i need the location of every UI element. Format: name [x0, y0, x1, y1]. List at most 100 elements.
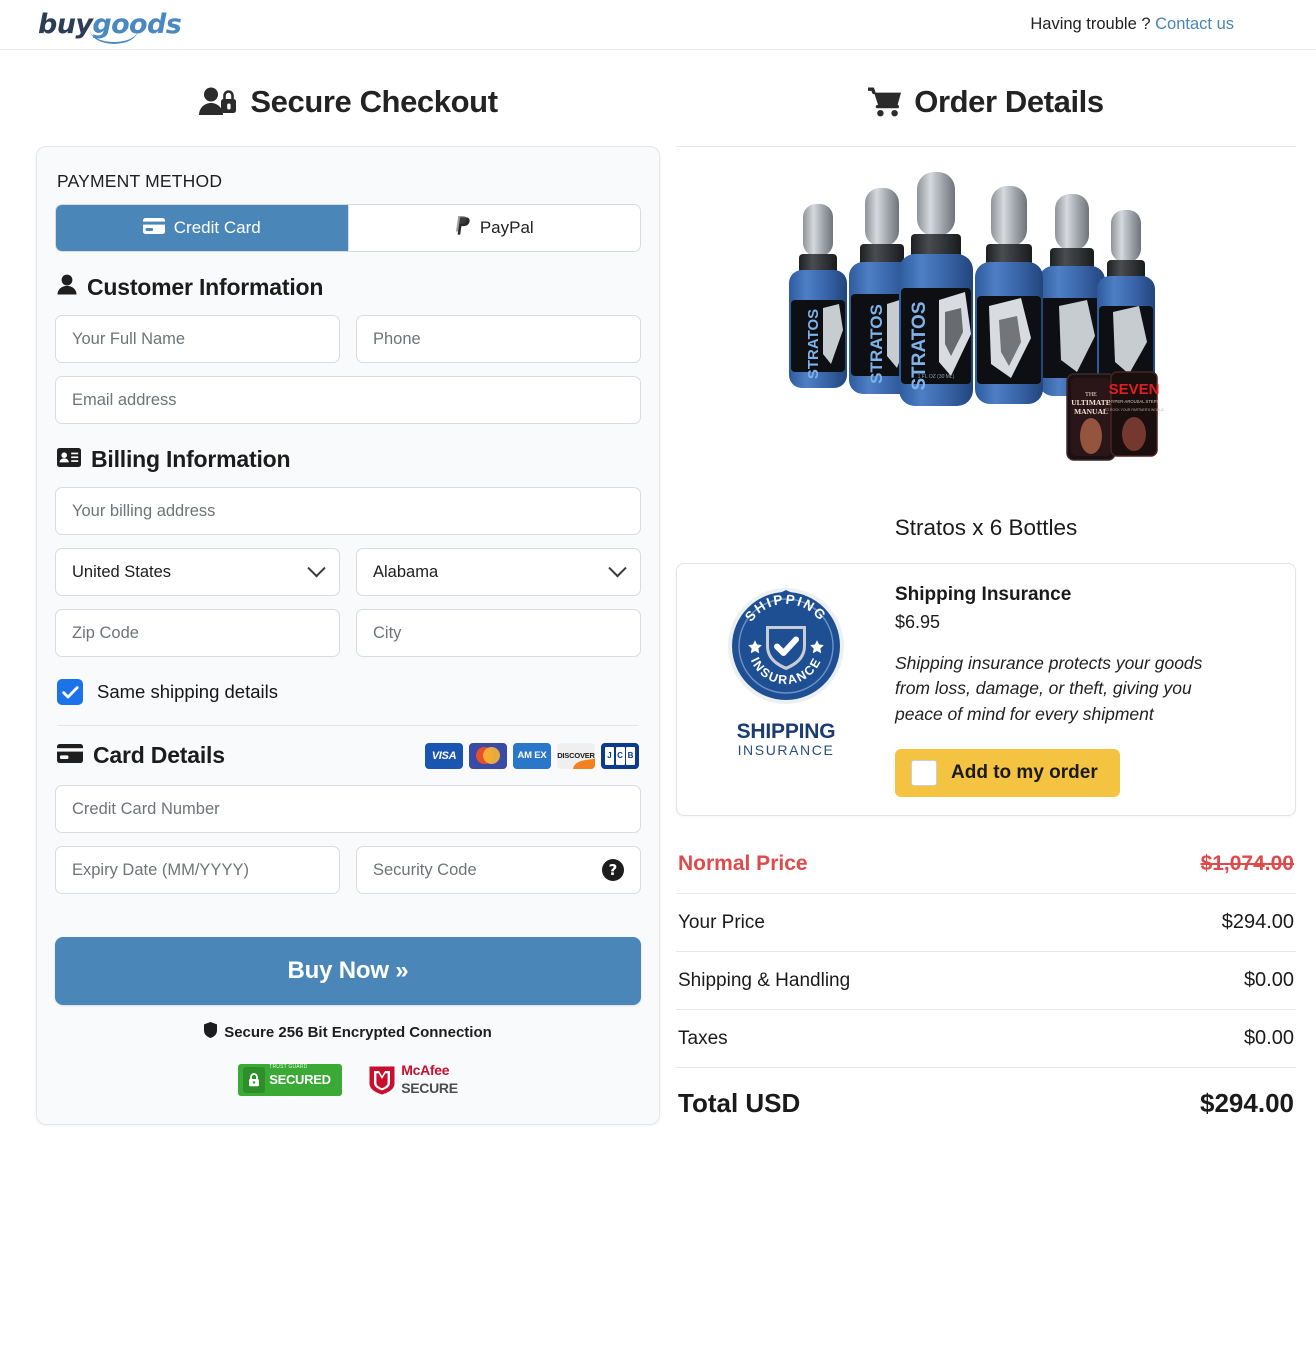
expiry-security-row: Expiry Date (MM/YYYY) Security Code ?: [55, 846, 641, 894]
svg-text:HYPER-AROUSAL STEPS: HYPER-AROUSAL STEPS: [1109, 399, 1160, 404]
total-row-your-price: Your Price $294.00: [676, 894, 1296, 953]
mcafee-brand: McAfee: [401, 1062, 450, 1078]
total-row-normal-price: Normal Price $1,074.00: [676, 846, 1296, 895]
tab-credit-card[interactable]: Credit Card: [56, 205, 348, 251]
page-body: Secure Checkout PAYMENT METHOD Credit Ca…: [0, 50, 1316, 1136]
payment-form-card: PAYMENT METHOD Credit Card PayPal Custom…: [36, 146, 660, 1125]
insurance-logo-line2: INSURANCE: [737, 742, 835, 759]
user-icon: [57, 274, 77, 301]
card-number-row: Credit Card Number: [55, 785, 641, 833]
discover-label: DISCOVER: [557, 751, 595, 760]
page-title: Secure Checkout: [250, 84, 498, 119]
insurance-logo-text: SHIPPING INSURANCE: [736, 720, 836, 760]
question-mark-icon[interactable]: ?: [602, 859, 624, 881]
buy-now-button[interactable]: Buy Now »: [55, 937, 641, 1005]
shopping-cart-icon: [868, 87, 902, 117]
insurance-details: Shipping Insurance $6.95 Shipping insura…: [895, 582, 1275, 798]
shipping-label: Shipping & Handling: [678, 969, 851, 991]
full-name-input[interactable]: Your Full Name: [55, 315, 340, 363]
customer-information-label: Customer Information: [87, 274, 324, 300]
zip-city-row: Zip Code City: [55, 609, 641, 657]
billing-information-heading: Billing Information: [57, 446, 641, 473]
order-totals: Normal Price $1,074.00 Your Price $294.0…: [676, 846, 1296, 1136]
insurance-logo-line1: SHIPPING: [736, 720, 836, 743]
insurance-description: Shipping insurance protects your goods f…: [895, 653, 1203, 724]
security-code-placeholder: Security Code: [373, 860, 477, 879]
svg-text:STRATOS: STRATOS: [867, 304, 886, 384]
visa-icon: VISA: [425, 742, 463, 769]
svg-text:ULTIMATE: ULTIMATE: [1071, 398, 1111, 407]
country-select[interactable]: United States: [55, 548, 340, 596]
order-details-title: Order Details: [914, 84, 1104, 119]
add-to-my-order-label: Add to my order: [951, 762, 1098, 784]
order-divider: [676, 146, 1296, 147]
total-usd-label: Total USD: [678, 1088, 801, 1119]
secure-checkout-heading: Secure Checkout: [36, 84, 660, 120]
name-phone-row: Your Full Name Phone: [55, 315, 641, 363]
taxes-label: Taxes: [678, 1027, 728, 1049]
email-input[interactable]: Email address: [55, 376, 641, 424]
email-row: Email address: [55, 376, 641, 424]
your-price-amount: $294.00: [1221, 911, 1294, 934]
state-select[interactable]: Alabama: [356, 548, 641, 596]
payment-method-tabs: Credit Card PayPal: [55, 204, 641, 252]
svg-text:STRATOS: STRATOS: [805, 309, 822, 379]
add-to-my-order-button[interactable]: Add to my order: [895, 749, 1120, 798]
svg-text:1 FL OZ (30 ML): 1 FL OZ (30 ML): [918, 374, 955, 380]
add-insurance-checkbox[interactable]: [911, 760, 937, 787]
same-shipping-checkbox[interactable]: [57, 679, 83, 705]
insurance-title: Shipping Insurance: [895, 584, 1072, 605]
help-area: Having trouble ? Contact us: [1030, 15, 1300, 34]
billing-address-row: Your billing address: [55, 487, 641, 535]
insurance-badge: SHIPPING INSURANCE SHIPPING INSURANCE: [691, 582, 881, 797]
order-details-column: Order Details STRATOS STRATOS STRATOS 1 …: [660, 50, 1296, 1136]
total-usd-amount: $294.00: [1200, 1088, 1294, 1119]
id-card-icon: [57, 446, 81, 473]
product-image: STRATOS STRATOS STRATOS 1 FL OZ (30 ML) …: [676, 161, 1296, 501]
same-shipping-label: Same shipping details: [97, 681, 278, 702]
top-bar: buygoods Having trouble ? Contact us: [0, 0, 1316, 50]
trust-guard-sub: TRUSTGUARD.COM: [269, 1096, 308, 1101]
credit-card-number-input[interactable]: Credit Card Number: [55, 785, 641, 833]
product-title: Stratos x 6 Bottles: [894, 515, 1078, 540]
total-row-taxes: Taxes $0.00: [676, 1010, 1296, 1069]
trust-badges: TRUST GUARD SECURED TRUSTGUARD.COM McAfe…: [55, 1062, 641, 1101]
svg-text:TO ROCK YOUR PARTNER'S WORLD: TO ROCK YOUR PARTNER'S WORLD: [1104, 408, 1164, 412]
form-divider: [57, 725, 639, 726]
tab-paypal[interactable]: PayPal: [347, 205, 640, 251]
phone-input[interactable]: Phone: [356, 315, 641, 363]
contact-us-link[interactable]: Contact us: [1155, 15, 1234, 33]
billing-address-input[interactable]: Your billing address: [55, 487, 641, 535]
mcafee-shield-icon: [368, 1065, 396, 1095]
city-input[interactable]: City: [356, 609, 641, 657]
customer-information-heading: Customer Information: [57, 274, 641, 301]
secure-note-text: Secure 256 Bit Encrypted Connection: [224, 1023, 492, 1041]
lock-icon: [243, 1067, 266, 1093]
chevron-down-icon: [608, 558, 627, 577]
buygoods-logo[interactable]: buygoods: [38, 11, 182, 44]
normal-price-amount: $1,074.00: [1200, 852, 1294, 876]
total-row-shipping: Shipping & Handling $0.00: [676, 952, 1296, 1011]
jcb-icon: JCB: [601, 742, 639, 769]
card-details-label: Card Details: [93, 742, 225, 768]
paypal-icon: [455, 216, 471, 240]
credit-card-icon: [142, 217, 165, 239]
same-shipping-row[interactable]: Same shipping details: [57, 679, 641, 705]
zip-code-input[interactable]: Zip Code: [55, 609, 340, 657]
trust-guard-top: TRUST GUARD: [269, 1064, 308, 1070]
country-select-value: United States: [72, 562, 172, 581]
chevron-down-icon: [307, 558, 326, 577]
trust-guard-text: TRUST GUARD SECURED TRUSTGUARD.COM: [269, 1056, 331, 1104]
card-details-header: Card Details VISA AM EX DISCOVER JCB: [57, 742, 639, 769]
expiry-date-input[interactable]: Expiry Date (MM/YYYY): [55, 846, 340, 894]
card-icon: [57, 742, 83, 769]
taxes-amount: $0.00: [1243, 1027, 1294, 1050]
mcafee-text: McAfee SECURE: [401, 1062, 458, 1098]
tab-credit-card-label: Credit Card: [173, 218, 261, 237]
help-text: Having trouble ?: [1030, 15, 1151, 33]
user-lock-icon: [198, 86, 238, 118]
secure-connection-note: Secure 256 Bit Encrypted Connection: [55, 1022, 641, 1042]
svg-text:MANUAL: MANUAL: [1074, 407, 1108, 416]
tab-paypal-label: PayPal: [479, 218, 534, 237]
security-code-input[interactable]: Security Code ?: [356, 846, 641, 894]
